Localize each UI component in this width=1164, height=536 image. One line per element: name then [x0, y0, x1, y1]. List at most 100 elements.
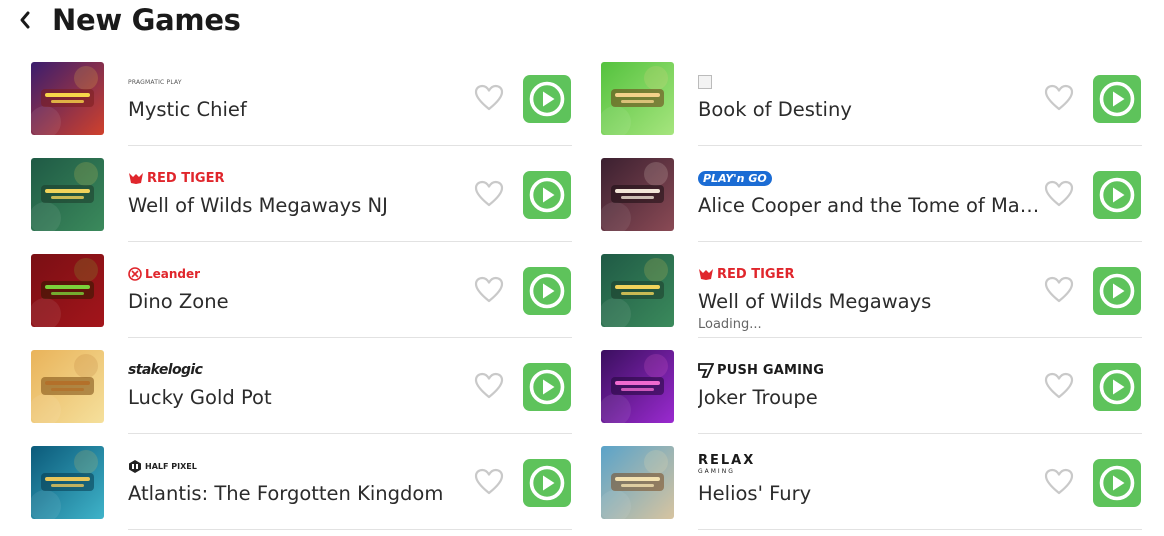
game-row: Book of Destiny — [600, 50, 1142, 146]
game-row: PUSH GAMING Joker Troupe — [600, 338, 1142, 434]
provider-logo: HALF PIXEL — [128, 456, 473, 476]
favorite-button[interactable] — [474, 84, 504, 112]
play-icon — [529, 465, 565, 501]
row-divider — [698, 529, 1142, 530]
provider-logo: PLAY'n GO — [698, 168, 1043, 188]
provider-logo-pragmatic: PRAGMATIC PLAY — [128, 78, 182, 86]
play-button[interactable] — [523, 363, 571, 411]
heart-icon — [474, 84, 504, 111]
provider-logo: stakelogic — [128, 360, 473, 380]
game-thumbnail[interactable] — [601, 158, 674, 231]
play-icon — [529, 81, 565, 117]
provider-logo: RELAX GAMING — [698, 454, 1043, 476]
provider-logo-push-gaming: PUSH GAMING — [698, 363, 824, 378]
game-row: Leander Dino Zone — [30, 242, 572, 338]
provider-logo-half-pixel: HALF PIXEL — [128, 459, 197, 474]
game-name[interactable]: Well of Wilds Megaways NJ — [128, 194, 473, 217]
game-name[interactable]: Well of Wilds Megaways — [698, 290, 1043, 313]
game-info: Book of Destiny — [698, 72, 1043, 121]
favorite-button[interactable] — [474, 468, 504, 496]
game-thumbnail[interactable] — [601, 254, 674, 327]
game-row: PRAGMATIC PLAY Mystic Chief — [30, 50, 572, 146]
half-pixel-icon — [129, 459, 141, 473]
game-thumbnail[interactable] — [31, 158, 104, 231]
provider-logo — [698, 72, 1043, 92]
play-icon — [529, 177, 565, 213]
game-thumbnail[interactable] — [601, 446, 674, 519]
game-name[interactable]: Atlantis: The Forgotten Kingdom — [128, 482, 473, 505]
game-name[interactable]: Joker Troupe — [698, 386, 1043, 409]
game-name[interactable]: Helios' Fury — [698, 482, 1043, 505]
play-icon — [529, 273, 565, 309]
leander-icon — [128, 267, 142, 281]
chevron-left-icon — [20, 11, 30, 29]
play-button[interactable] — [523, 171, 571, 219]
favorite-button[interactable] — [1044, 84, 1074, 112]
favorite-button[interactable] — [1044, 468, 1074, 496]
heart-icon — [474, 180, 504, 207]
push-gaming-icon — [698, 362, 714, 378]
play-icon — [1099, 273, 1135, 309]
play-button[interactable] — [523, 75, 571, 123]
provider-logo-red-tiger: RED TIGER — [698, 267, 794, 282]
play-button[interactable] — [1093, 171, 1141, 219]
game-row: RELAX GAMING Helios' Fury — [600, 434, 1142, 530]
game-thumbnail[interactable] — [31, 350, 104, 423]
favorite-button[interactable] — [474, 372, 504, 400]
play-button[interactable] — [1093, 75, 1141, 123]
favorite-button[interactable] — [1044, 276, 1074, 304]
heart-icon — [1044, 468, 1074, 495]
play-button[interactable] — [523, 267, 571, 315]
game-thumbnail[interactable] — [31, 446, 104, 519]
game-name[interactable]: Book of Destiny — [698, 98, 1043, 121]
game-row: RED TIGER Well of Wilds Megaways Loading… — [600, 242, 1142, 338]
favorite-button[interactable] — [1044, 180, 1074, 208]
game-name[interactable]: Lucky Gold Pot — [128, 386, 473, 409]
game-info: RELAX GAMING Helios' Fury — [698, 454, 1043, 505]
provider-logo-leander: Leander — [128, 267, 200, 281]
games-list-right: Book of Destiny PLAY'n GO Alice Cooper a… — [600, 50, 1142, 530]
play-icon — [529, 369, 565, 405]
provider-logo: PUSH GAMING — [698, 360, 1043, 380]
provider-logo: RED TIGER — [698, 264, 1043, 284]
broken-image-icon — [698, 75, 712, 89]
game-thumbnail[interactable] — [31, 254, 104, 327]
game-thumbnail[interactable] — [601, 350, 674, 423]
game-thumbnail[interactable] — [31, 62, 104, 135]
game-row: HALF PIXEL Atlantis: The Forgotten Kingd… — [30, 434, 572, 530]
play-button[interactable] — [523, 459, 571, 507]
play-icon — [1099, 369, 1135, 405]
page-title: New Games — [52, 3, 241, 37]
play-button[interactable] — [1093, 459, 1141, 507]
favorite-button[interactable] — [474, 276, 504, 304]
back-button[interactable] — [14, 5, 36, 35]
play-icon — [1099, 177, 1135, 213]
heart-icon — [1044, 84, 1074, 111]
provider-logo-red-tiger: RED TIGER — [128, 171, 224, 186]
heart-icon — [474, 276, 504, 303]
game-name[interactable]: Mystic Chief — [128, 98, 473, 121]
games-list-left: PRAGMATIC PLAY Mystic Chief RED TIGER We… — [30, 50, 572, 530]
favorite-button[interactable] — [474, 180, 504, 208]
heart-icon — [1044, 276, 1074, 303]
heart-icon — [474, 372, 504, 399]
game-status: Loading... — [698, 317, 762, 332]
provider-logo: PRAGMATIC PLAY — [128, 72, 473, 92]
heart-icon — [1044, 180, 1074, 207]
provider-logo: Leander — [128, 264, 473, 284]
row-divider — [128, 529, 572, 530]
provider-logo: RED TIGER — [128, 168, 473, 188]
game-thumbnail[interactable] — [601, 62, 674, 135]
heart-icon — [474, 468, 504, 495]
play-button[interactable] — [1093, 363, 1141, 411]
game-info: HALF PIXEL Atlantis: The Forgotten Kingd… — [128, 456, 473, 505]
play-button[interactable] — [1093, 267, 1141, 315]
game-info: stakelogic Lucky Gold Pot — [128, 360, 473, 409]
game-row: RED TIGER Well of Wilds Megaways NJ — [30, 146, 572, 242]
game-row: PLAY'n GO Alice Cooper and the Tome of M… — [600, 146, 1142, 242]
page-header: New Games — [14, 2, 241, 38]
heart-icon — [1044, 372, 1074, 399]
favorite-button[interactable] — [1044, 372, 1074, 400]
game-name[interactable]: Dino Zone — [128, 290, 473, 313]
game-name[interactable]: Alice Cooper and the Tome of Mad… — [698, 194, 1043, 217]
